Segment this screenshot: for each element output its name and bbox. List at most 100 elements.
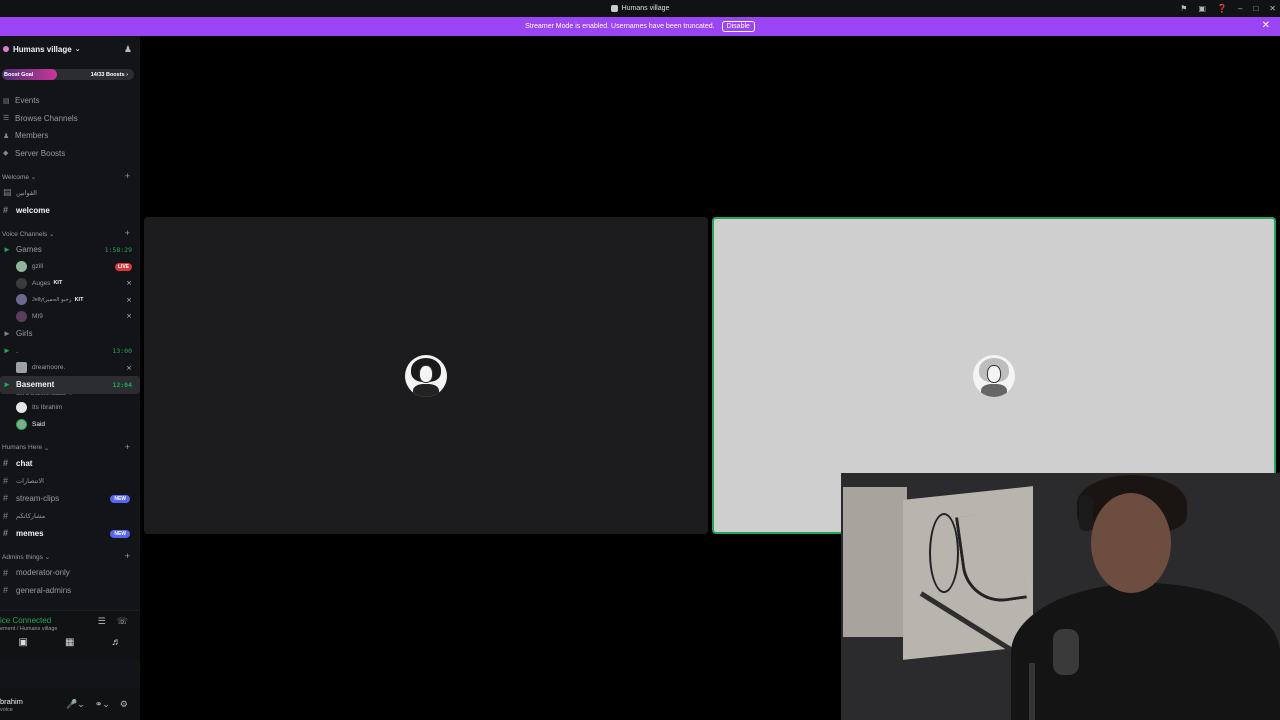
avatar — [16, 418, 27, 430]
guild-name: Humans village — [13, 44, 72, 54]
members-icon: ♟ — [3, 132, 10, 140]
username[interactable]: brahim — [0, 697, 23, 706]
mic-muted-icon: ⨯ — [126, 280, 132, 287]
voice-location: ement / Humans village — [0, 626, 58, 632]
noise-suppression-icon[interactable]: ☰ — [98, 616, 106, 627]
video-tile-participant[interactable] — [144, 217, 708, 534]
guild-icon — [3, 46, 9, 52]
microphone-icon[interactable]: 🎤⌄ — [66, 699, 85, 710]
channel-sidebar: Humans village ⌄ ♟ Boost Goal 14/33 Boos… — [0, 36, 140, 720]
channel-timer: 13:00 — [112, 347, 132, 355]
mic-muted-icon: ⨯ — [126, 296, 132, 304]
channel-moderator-only[interactable]: # moderator-only — [0, 564, 140, 582]
voice-user[interactable]: MI9 ⨯ — [0, 308, 140, 325]
voice-channel-basement[interactable]: ► Basement 12:04 — [0, 376, 140, 394]
speaker-icon: ► — [3, 346, 11, 356]
hash-icon: # — [3, 510, 9, 521]
channel-memes[interactable]: # memes NEW — [0, 525, 140, 543]
user-tag: KIT — [74, 296, 84, 303]
speaker-icon: ► — [3, 245, 11, 255]
channel-welcome[interactable]: # welcome — [0, 202, 140, 220]
boost-icon: ◆ — [3, 150, 9, 158]
title-bar: Humans village ⚑ ▣ ❓ – □ ✕ — [0, 0, 1280, 17]
chevron-down-icon: ⌄ — [74, 46, 81, 53]
hash-icon: # — [3, 475, 9, 486]
webcam-overlay — [841, 473, 1280, 720]
channel-stream-clips[interactable]: # stream-clips NEW — [0, 490, 140, 508]
boost-goal-bar[interactable]: Boost Goal 14/33 Boosts › — [2, 69, 134, 80]
avatar — [16, 402, 27, 414]
voice-channel-dot[interactable]: ►. 13:00 — [0, 342, 140, 360]
voice-channel-girls[interactable]: ► Girls — [0, 325, 140, 343]
menu-browse-channels[interactable]: ☰ Browse Channels — [0, 110, 140, 128]
mic-muted-icon: ⨯ — [126, 313, 132, 320]
channel-chat[interactable]: # chat — [0, 455, 140, 473]
guild-header[interactable]: Humans village ⌄ ♟ — [0, 36, 140, 62]
voice-user[interactable]: Said — [0, 416, 140, 433]
new-badge: NEW — [110, 494, 130, 503]
voice-user[interactable]: gzill LIVE — [0, 259, 140, 276]
hash-icon: # — [3, 493, 9, 504]
add-channel-icon[interactable]: + — [125, 551, 130, 561]
close-banner-icon[interactable]: ✕ — [1262, 20, 1270, 31]
help-icon[interactable]: ❓ — [1217, 4, 1227, 13]
disable-streamer-mode-button[interactable]: Disable — [721, 21, 755, 32]
voice-user[interactable]: dreamoore. ⨯ — [0, 360, 140, 377]
close-window-icon[interactable]: ✕ — [1269, 4, 1276, 13]
boost-goal-label: Boost Goal — [4, 71, 34, 78]
category-welcome[interactable]: Welcome ⌄ + — [0, 170, 140, 184]
channel-rules[interactable]: ▤ القوانين — [0, 184, 140, 202]
screen-share-icon[interactable]: ▣ — [19, 637, 28, 648]
boost-count: 14/33 Boosts › — [90, 71, 128, 78]
hash-icon: # — [3, 567, 9, 578]
live-badge: LIVE — [114, 262, 132, 271]
channel-timer: 1:58:29 — [104, 246, 132, 254]
speaker-icon: ► — [3, 328, 11, 338]
category-humans-here[interactable]: Humans Here ⌄ + — [0, 441, 140, 455]
channel-general-admins[interactable]: # general-admins — [0, 582, 140, 600]
voice-user[interactable]: Auges KIT ⨯ — [0, 275, 140, 292]
headphones-icon[interactable]: ⚭⌄ — [95, 699, 110, 710]
settings-gear-icon[interactable]: ⚙ — [120, 699, 128, 710]
category-admins-things[interactable]: Admins things ⌄ + — [0, 550, 140, 564]
hash-icon: # — [3, 585, 9, 596]
voice-channel-games[interactable]: ► Games 1:58:29 — [0, 241, 140, 259]
banner-text: Streamer Mode is enabled. Usernames have… — [525, 23, 715, 30]
menu-server-boosts[interactable]: ◆ Server Boosts — [0, 145, 140, 163]
user-status: voice — [0, 707, 13, 713]
voice-user[interactable]: Its Ibrahim — [0, 400, 140, 417]
avatar — [16, 294, 27, 306]
mic-muted-icon: ⨯ — [126, 364, 132, 372]
menu-members[interactable]: ♟ Members — [0, 127, 140, 145]
disconnect-icon[interactable]: ☏ — [117, 616, 128, 627]
voice-connection-panel: ice Connected ement / Humans village ☰ ☏… — [0, 610, 140, 660]
window-title: Humans village — [621, 5, 670, 12]
soundboard-icon[interactable]: ♬ — [111, 637, 121, 648]
maximize-icon[interactable]: □ — [1253, 4, 1258, 13]
calendar-icon: ▤ — [3, 97, 10, 105]
channel-contributions[interactable]: # مشاركاتكم — [0, 507, 140, 525]
user-panel: brahim voice 🎤⌄ ⚭⌄ ⚙ — [0, 688, 140, 720]
participant-avatar — [405, 354, 447, 397]
category-voice-channels[interactable]: Voice Channels ⌄ + — [0, 227, 140, 241]
hash-icon: # — [3, 528, 9, 539]
inbox-icon[interactable]: ⚑ — [1180, 4, 1187, 13]
menu-events[interactable]: ▤ Events — [0, 92, 140, 110]
hash-icon: # — [3, 458, 9, 469]
voice-connected-status[interactable]: ice Connected — [0, 616, 51, 625]
add-channel-icon[interactable]: + — [125, 228, 130, 238]
minimize-icon[interactable]: – — [1238, 4, 1242, 13]
participant-avatar — [973, 354, 1015, 397]
channel-achievements[interactable]: # الانتصارات — [0, 472, 140, 490]
add-channel-icon[interactable]: + — [125, 171, 130, 181]
add-channel-icon[interactable]: + — [125, 442, 130, 452]
user-tag: KIT — [53, 280, 63, 287]
screen-icon[interactable]: ▣ — [1198, 4, 1206, 13]
avatar — [16, 277, 27, 289]
activities-icon[interactable]: ▦ — [65, 637, 74, 648]
voice-user[interactable]: Jelly(زخبو الحمير KIT ⨯ — [0, 292, 140, 309]
avatar — [16, 261, 27, 273]
rules-icon: ▤ — [3, 187, 12, 198]
app-icon — [610, 5, 618, 12]
invite-people-icon[interactable]: ♟ — [124, 44, 132, 55]
